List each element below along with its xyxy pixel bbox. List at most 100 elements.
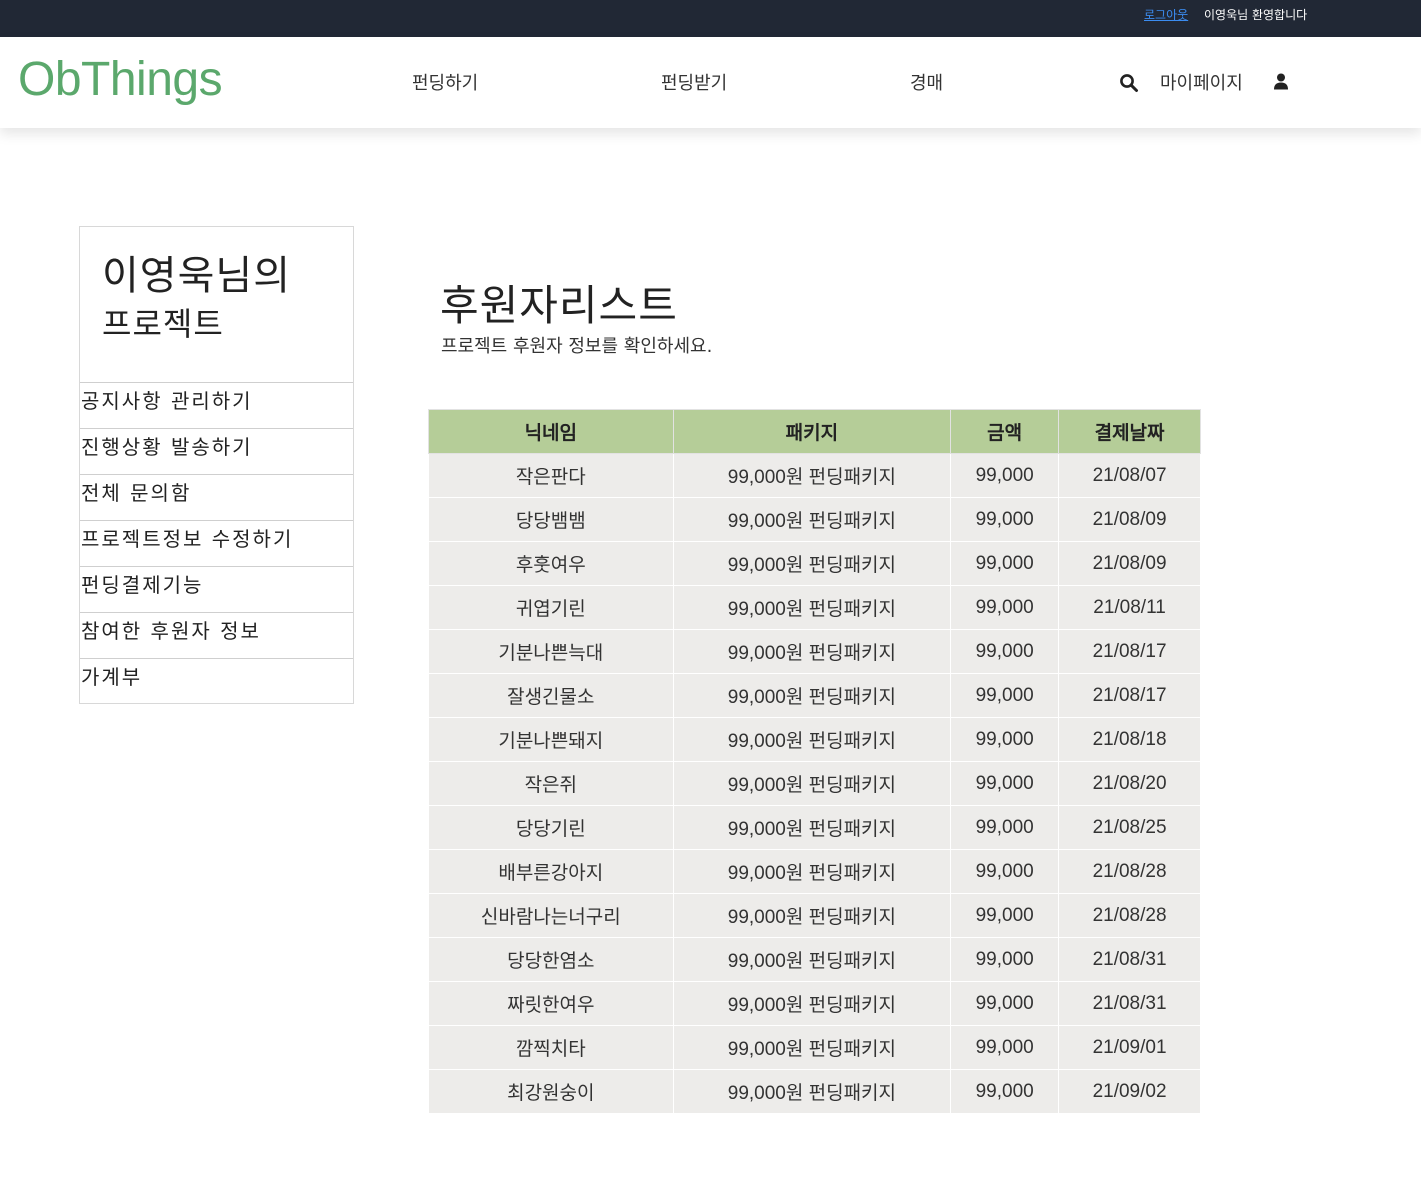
table-row: 짜릿한여우 99,000원 펀딩패키지 99,000 21/08/31 (428, 981, 1201, 1026)
date-cell: 21/08/17 (1058, 629, 1201, 674)
date-cell: 21/08/28 (1058, 893, 1201, 938)
package-cell: 99,000원 펀딩패키지 (672, 585, 952, 630)
page-subtitle: 프로젝트 후원자 정보를 확인하세요. (441, 336, 713, 357)
sidebar-item-ledger[interactable]: 가계부 (80, 658, 353, 704)
nickname-cell: 기분나쁜돼지 (428, 717, 674, 762)
date-cell: 21/08/09 (1058, 541, 1201, 586)
date-cell: 21/08/28 (1058, 849, 1201, 894)
table-row: 깜찍치타 99,000원 펀딩패키지 99,000 21/09/01 (428, 1025, 1201, 1070)
table-row: 최강원숭이 99,000원 펀딩패키지 99,000 21/09/02 (428, 1069, 1201, 1114)
nav-funding[interactable]: 펀딩하기 (412, 69, 478, 95)
nickname-cell: 작은판다 (428, 453, 674, 498)
sidebar-subtitle: 프로젝트 (102, 305, 224, 343)
sidebar-item-supporters[interactable]: 참여한 후원자 정보 (80, 612, 353, 658)
nickname-cell: 최강원숭이 (428, 1069, 674, 1114)
nav-auction[interactable]: 경매 (910, 69, 943, 95)
date-cell: 21/08/20 (1058, 761, 1201, 806)
search-icon[interactable] (1119, 73, 1139, 93)
table-row: 배부른강아지 99,000원 펀딩패키지 99,000 21/08/28 (428, 849, 1201, 894)
amount-cell: 99,000 (950, 849, 1060, 894)
user-icon[interactable] (1274, 73, 1288, 90)
package-cell: 99,000원 펀딩패키지 (672, 1069, 952, 1114)
table-row: 기분나쁜돼지 99,000원 펀딩패키지 99,000 21/08/18 (428, 717, 1201, 762)
amount-cell: 99,000 (950, 497, 1060, 542)
package-cell: 99,000원 펀딩패키지 (672, 541, 952, 586)
amount-cell: 99,000 (950, 1025, 1060, 1070)
nickname-cell: 짜릿한여우 (428, 981, 674, 1026)
nickname-cell: 귀엽기린 (428, 585, 674, 630)
package-cell: 99,000원 펀딩패키지 (672, 629, 952, 674)
table-header-row: 닉네임 패키지 금액 결제날짜 (428, 409, 1201, 454)
sidebar-item-progress[interactable]: 진행상황 발송하기 (80, 428, 353, 474)
nickname-cell: 후훗여우 (428, 541, 674, 586)
table-row: 후훗여우 99,000원 펀딩패키지 99,000 21/08/09 (428, 541, 1201, 586)
amount-cell: 99,000 (950, 717, 1060, 762)
nickname-cell: 당당뱀뱀 (428, 497, 674, 542)
package-cell: 99,000원 펀딩패키지 (672, 805, 952, 850)
table-row: 당당기린 99,000원 펀딩패키지 99,000 21/08/25 (428, 805, 1201, 850)
package-cell: 99,000원 펀딩패키지 (672, 497, 952, 542)
logout-link[interactable]: 로그아웃 (1144, 6, 1188, 23)
amount-cell: 99,000 (950, 629, 1060, 674)
table-row: 당당한염소 99,000원 펀딩패키지 99,000 21/08/31 (428, 937, 1201, 982)
amount-cell: 99,000 (950, 893, 1060, 938)
header: ObThings 펀딩하기 펀딩받기 경매 마이페이지 (0, 37, 1421, 128)
sidebar-item-edit-project[interactable]: 프로젝트정보 수정하기 (80, 520, 353, 566)
date-cell: 21/08/31 (1058, 981, 1201, 1026)
sidebar-item-payment[interactable]: 펀딩결제기능 (80, 566, 353, 612)
nickname-cell: 당당한염소 (428, 937, 674, 982)
nickname-cell: 잘생긴물소 (428, 673, 674, 718)
table-row: 신바람나는너구리 99,000원 펀딩패키지 99,000 21/08/28 (428, 893, 1201, 938)
sidebar-item-notice[interactable]: 공지사항 관리하기 (80, 382, 353, 428)
amount-cell: 99,000 (950, 585, 1060, 630)
site-logo[interactable]: ObThings (18, 52, 223, 107)
package-cell: 99,000원 펀딩패키지 (672, 453, 952, 498)
package-cell: 99,000원 펀딩패키지 (672, 893, 952, 938)
date-cell: 21/08/09 (1058, 497, 1201, 542)
amount-cell: 99,000 (950, 541, 1060, 586)
table-row: 작은쥐 99,000원 펀딩패키지 99,000 21/08/20 (428, 761, 1201, 806)
amount-cell: 99,000 (950, 805, 1060, 850)
date-cell: 21/08/18 (1058, 717, 1201, 762)
amount-cell: 99,000 (950, 1069, 1060, 1114)
date-cell: 21/08/07 (1058, 453, 1201, 498)
nickname-cell: 작은쥐 (428, 761, 674, 806)
package-cell: 99,000원 펀딩패키지 (672, 937, 952, 982)
amount-cell: 99,000 (950, 761, 1060, 806)
amount-cell: 99,000 (950, 673, 1060, 718)
package-cell: 99,000원 펀딩패키지 (672, 849, 952, 894)
date-cell: 21/08/25 (1058, 805, 1201, 850)
date-cell: 21/09/01 (1058, 1025, 1201, 1070)
page-title: 후원자리스트 (440, 281, 678, 330)
sidebar-title: 이영욱님의 (102, 253, 291, 299)
column-header-nickname: 닉네임 (428, 409, 674, 454)
nickname-cell: 기분나쁜늑대 (428, 629, 674, 674)
column-header-package: 패키지 (672, 409, 952, 454)
sidebar: 이영욱님의 프로젝트 공지사항 관리하기 진행상황 발송하기 전체 문의함 프로… (79, 226, 354, 704)
nav-receive-funding[interactable]: 펀딩받기 (661, 69, 727, 95)
package-cell: 99,000원 펀딩패키지 (672, 717, 952, 762)
table-row: 당당뱀뱀 99,000원 펀딩패키지 99,000 21/08/09 (428, 497, 1201, 542)
nickname-cell: 배부른강아지 (428, 849, 674, 894)
top-bar: 로그아웃 이영욱님 환영합니다 (0, 0, 1421, 37)
nickname-cell: 신바람나는너구리 (428, 893, 674, 938)
mypage-link[interactable]: 마이페이지 (1160, 69, 1243, 95)
date-cell: 21/08/11 (1058, 585, 1201, 630)
amount-cell: 99,000 (950, 981, 1060, 1026)
date-cell: 21/09/02 (1058, 1069, 1201, 1114)
date-cell: 21/08/17 (1058, 673, 1201, 718)
amount-cell: 99,000 (950, 453, 1060, 498)
table-row: 기분나쁜늑대 99,000원 펀딩패키지 99,000 21/08/17 (428, 629, 1201, 674)
welcome-text: 이영욱님 환영합니다 (1204, 8, 1308, 22)
date-cell: 21/08/31 (1058, 937, 1201, 982)
column-header-date: 결제날짜 (1058, 409, 1201, 454)
table-row: 귀엽기린 99,000원 펀딩패키지 99,000 21/08/11 (428, 585, 1201, 630)
sidebar-item-inquiries[interactable]: 전체 문의함 (80, 474, 353, 520)
table-row: 잘생긴물소 99,000원 펀딩패키지 99,000 21/08/17 (428, 673, 1201, 718)
nickname-cell: 당당기린 (428, 805, 674, 850)
package-cell: 99,000원 펀딩패키지 (672, 673, 952, 718)
package-cell: 99,000원 펀딩패키지 (672, 1025, 952, 1070)
column-header-amount: 금액 (950, 409, 1060, 454)
nickname-cell: 깜찍치타 (428, 1025, 674, 1070)
package-cell: 99,000원 펀딩패키지 (672, 761, 952, 806)
